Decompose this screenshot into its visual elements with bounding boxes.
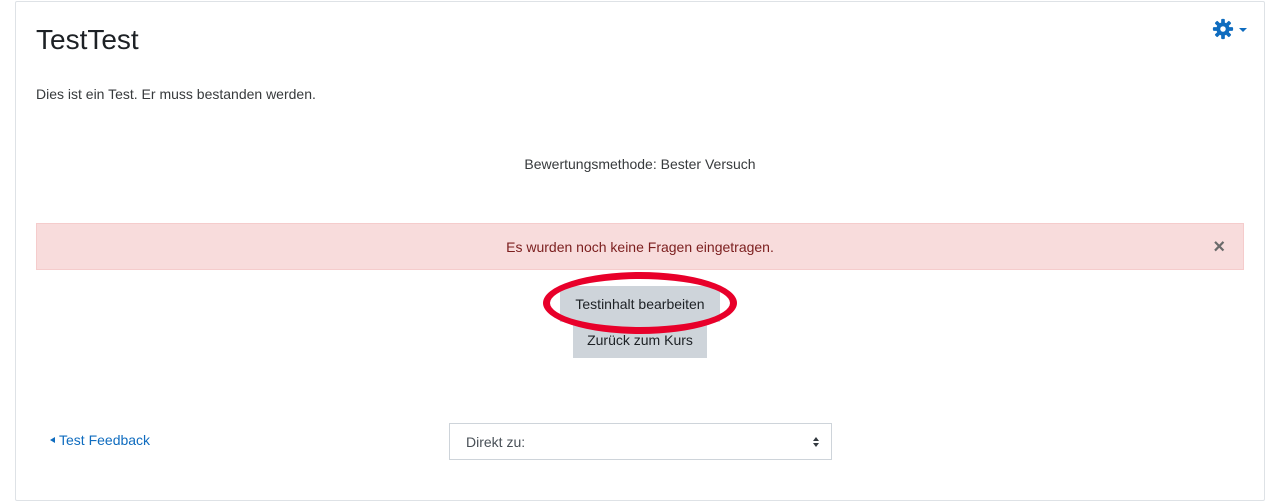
alert-message: Es wurden noch keine Fragen eingetragen. bbox=[506, 238, 774, 255]
prev-activity-link[interactable]: Test Feedback bbox=[50, 432, 150, 448]
back-to-course-button[interactable]: Zurück zum Kurs bbox=[573, 322, 707, 358]
close-icon[interactable]: × bbox=[1213, 237, 1225, 257]
arrow-left-icon bbox=[50, 437, 55, 443]
edit-quiz-button[interactable]: Testinhalt bearbeiten bbox=[560, 286, 720, 322]
gear-icon bbox=[1212, 18, 1234, 40]
select-arrows-icon bbox=[813, 436, 819, 447]
page-title: TestTest bbox=[36, 24, 139, 55]
caret-down-icon bbox=[1239, 28, 1247, 32]
prev-activity-label: Test Feedback bbox=[59, 432, 151, 448]
grading-method: Bewertungsmethode: Bester Versuch bbox=[524, 156, 756, 172]
jump-to-select[interactable]: Direkt zu: bbox=[449, 423, 832, 460]
jump-to-label: Direkt zu: bbox=[466, 433, 526, 450]
quiz-intro: Dies ist ein Test. Er muss bestanden wer… bbox=[36, 86, 316, 102]
settings-menu-toggle[interactable] bbox=[1212, 18, 1247, 40]
no-questions-alert: Es wurden noch keine Fragen eingetragen.… bbox=[36, 223, 1244, 270]
